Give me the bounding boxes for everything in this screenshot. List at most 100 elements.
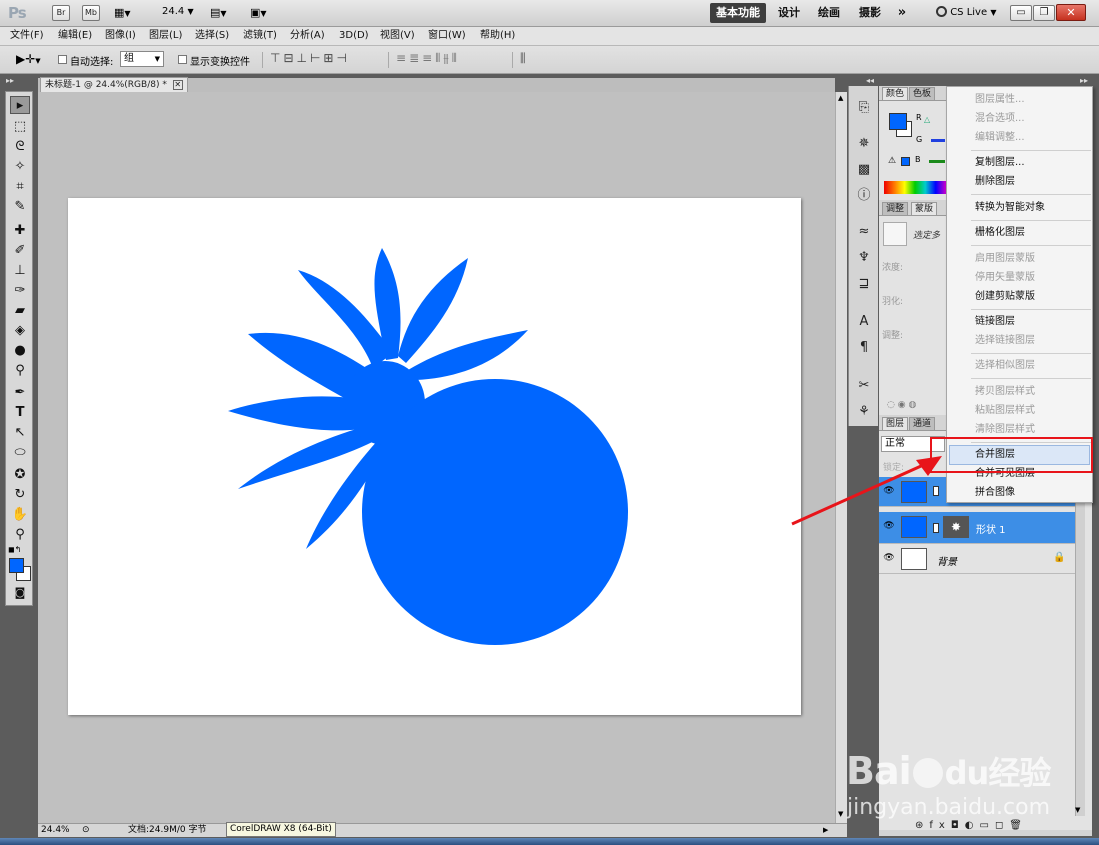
history-brush-tool-icon[interactable]: ✑ — [10, 282, 30, 300]
menu-item-flatten-image[interactable]: 拼合图像 — [975, 486, 1015, 499]
zoom-tool-icon[interactable]: ⚲ — [10, 526, 30, 544]
paragraph-panel-icon[interactable]: ¶ — [856, 340, 872, 356]
menu-3d[interactable]: 3D(D) — [339, 29, 369, 43]
tab-swatches[interactable]: 色板 — [909, 87, 936, 100]
more-workspaces-button[interactable]: » — [893, 3, 911, 23]
menu-filter[interactable]: 滤镜(T) — [243, 29, 277, 43]
workspace-design[interactable]: 设计 — [774, 3, 804, 23]
scroll-right-icon[interactable]: ▶ — [823, 824, 828, 837]
histogram-panel-icon[interactable]: ▩ — [856, 162, 872, 178]
workspace-painting[interactable]: 绘画 — [814, 3, 844, 23]
tab-channels[interactable]: 通道 — [909, 417, 936, 430]
mask-footer-icons[interactable]: ◌ ◉ ◍ — [887, 400, 916, 410]
quick-select-tool-icon[interactable]: ✧ — [10, 158, 30, 176]
tab-color[interactable]: 颜色 — [882, 87, 909, 100]
green-slider[interactable] — [931, 139, 945, 142]
healing-brush-tool-icon[interactable]: ✚ — [10, 222, 30, 240]
scroll-down-icon[interactable]: ▼ — [838, 810, 843, 818]
status-info-icon[interactable]: ⊙ — [82, 824, 90, 837]
close-button[interactable]: ✕ — [1056, 4, 1086, 21]
menu-item-edit-adjustment[interactable]: 编辑调整... — [975, 131, 1025, 144]
swap-colors-icon[interactable]: ◼↰ — [8, 545, 21, 554]
document-tab[interactable]: 未标题-1 @ 24.4%(RGB/8) * ✕ — [40, 77, 188, 92]
menu-window[interactable]: 窗口(W) — [428, 29, 466, 43]
menu-item-blending-options[interactable]: 混合选项... — [975, 112, 1025, 125]
restore-button[interactable]: ❐ — [1033, 5, 1055, 21]
menu-item-create-clipping-mask[interactable]: 创建剪贴蒙版 — [975, 290, 1035, 303]
scroll-down-icon[interactable]: ▼ — [1075, 806, 1080, 814]
close-tab-icon[interactable]: ✕ — [172, 80, 183, 90]
menu-item-paste-layer-style[interactable]: 粘贴图层样式 — [975, 404, 1035, 417]
layers-footer-buttons[interactable]: ⊛fx◘◐▭◻🗑 — [915, 820, 1028, 831]
menu-analysis[interactable]: 分析(A) — [290, 29, 325, 43]
eyedropper-tool-icon[interactable]: ✎ — [10, 198, 30, 216]
workspace-photography[interactable]: 摄影 — [855, 3, 885, 23]
color-spectrum-bar[interactable] — [884, 181, 946, 194]
menu-item-disable-vector-mask[interactable]: 停用矢量蒙版 — [975, 271, 1035, 284]
menu-select[interactable]: 选择(S) — [195, 29, 229, 43]
cs-live-button[interactable]: CS Live ▼ — [936, 6, 996, 18]
info-panel-icon[interactable]: ⓘ — [856, 188, 872, 204]
menu-item-link-layers[interactable]: 链接图层 — [975, 315, 1015, 328]
foreground-color-swatch[interactable] — [9, 558, 24, 573]
zoom-level-menu[interactable]: 24.4 ▼ — [162, 6, 194, 17]
auto-select-checkbox[interactable] — [58, 54, 67, 67]
workspace-essentials[interactable]: 基本功能 — [710, 3, 766, 23]
layer-row-background[interactable]: 👁 背景 🔒 — [879, 544, 1075, 574]
paint-bucket-tool-icon[interactable]: ◈ — [10, 322, 30, 340]
bridge-button[interactable]: Br — [52, 5, 70, 21]
pen-tool-icon[interactable]: ✒ — [10, 384, 30, 402]
menu-view[interactable]: 视图(V) — [380, 29, 415, 43]
marquee-tool-icon[interactable]: ⬚ — [10, 118, 30, 136]
menu-item-select-similar-layers[interactable]: 选择相似图层 — [975, 359, 1035, 372]
3d-orbit-tool-icon[interactable]: ↻ — [10, 486, 30, 504]
collapse-panels-icon[interactable]: ◂◂ — [866, 76, 874, 85]
collapse-toolbox-icon[interactable]: ▸▸ — [6, 76, 14, 85]
menu-help[interactable]: 帮助(H) — [480, 29, 515, 43]
menu-item-rasterize-layer[interactable]: 栅格化图层 — [975, 226, 1025, 239]
dodge-tool-icon[interactable]: ⚲ — [10, 362, 30, 380]
menu-image[interactable]: 图像(I) — [105, 29, 136, 43]
3d-rotate-tool-icon[interactable]: ✪ — [10, 466, 30, 484]
expand-panels-icon[interactable]: ▸▸ — [1080, 76, 1088, 85]
menu-item-convert-smart-object[interactable]: 转换为智能对象 — [975, 201, 1045, 214]
tool-preset-picker[interactable]: ▶✛▼ — [16, 52, 41, 66]
canvas-area[interactable] — [38, 92, 835, 823]
character-panel-icon[interactable]: A — [856, 314, 872, 330]
navigator-panel-icon[interactable]: ✵ — [856, 136, 872, 152]
screen-mode-menu[interactable]: ▣▼ — [250, 6, 267, 19]
status-zoom[interactable]: 24.4% — [41, 824, 70, 837]
tab-adjustments[interactable]: 调整 — [882, 202, 909, 215]
menu-item-layer-properties[interactable]: 图层属性... — [975, 93, 1025, 106]
blur-tool-icon[interactable]: ● — [10, 342, 30, 360]
history-panel-icon[interactable]: ⎘ — [856, 100, 872, 116]
menu-item-enable-layer-mask[interactable]: 启用图层蒙版 — [975, 252, 1035, 265]
view-extras-menu[interactable]: ▦▼ — [114, 6, 142, 20]
auto-align-button[interactable]: ⫼ — [520, 51, 526, 66]
3d-panel-icon[interactable]: ⚘ — [856, 404, 872, 420]
menu-item-delete-layer[interactable]: 删除图层 — [975, 175, 1015, 188]
path-select-tool-icon[interactable]: ↖ — [10, 424, 30, 442]
layers-scrollbar[interactable] — [1075, 456, 1085, 816]
eye-icon[interactable]: 👁 — [883, 553, 895, 563]
clone-stamp-tool-icon[interactable]: ⊥ — [10, 262, 30, 280]
brush-tool-icon[interactable]: ✐ — [10, 242, 30, 260]
red-slider-icon[interactable]: △ — [924, 115, 930, 124]
menu-edit[interactable]: 编辑(E) — [58, 29, 92, 43]
hand-tool-icon[interactable]: ✋ — [10, 506, 30, 524]
crop-tool-icon[interactable]: ⌗ — [10, 178, 30, 196]
type-tool-icon[interactable]: T — [10, 404, 30, 422]
auto-select-dropdown[interactable]: 组 ▼ — [120, 51, 164, 67]
menu-item-select-linked-layers[interactable]: 选择链接图层 — [975, 334, 1035, 347]
scroll-up-icon[interactable]: ▲ — [838, 94, 843, 102]
eraser-tool-icon[interactable]: ▰ — [10, 302, 30, 320]
align-buttons[interactable]: ⊤⊟⊥⊢⊞⊣ — [270, 51, 350, 65]
menu-item-clear-layer-style[interactable]: 清除图层样式 — [975, 423, 1035, 436]
blue-slider[interactable] — [929, 160, 945, 163]
document-canvas[interactable] — [68, 198, 801, 715]
menu-item-duplicate-layer[interactable]: 复制图层... — [975, 156, 1025, 169]
arrange-documents-menu[interactable]: ▤▼ — [210, 6, 227, 19]
lasso-tool-icon[interactable]: ᘓ — [10, 138, 30, 156]
clone-source-icon[interactable]: ♆ — [856, 250, 872, 266]
tool-presets-icon[interactable]: ⊒ — [856, 276, 872, 292]
